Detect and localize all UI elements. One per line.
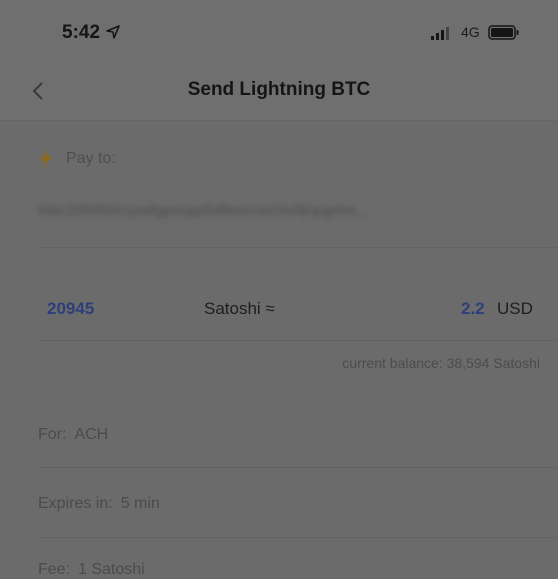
expires-value: 5 min [120, 495, 160, 512]
expires-row: Expires in: 5 min [38, 495, 168, 513]
divider [38, 537, 558, 538]
status-bar: 5:42 4G [0, 0, 558, 62]
divider [38, 467, 558, 468]
for-label: For: [38, 426, 67, 443]
amount-unit-label: Satoshi ≈ [204, 299, 275, 318]
page-title: Send Lightning BTC [187, 79, 371, 100]
expires-label: Expires in: [38, 495, 113, 512]
network-label: 4G [461, 24, 480, 40]
location-arrow-icon [106, 25, 120, 39]
for-value: ACH [74, 426, 109, 443]
amount-usd-currency: USD [497, 299, 533, 318]
fee-row: Fee: 1 Satoshi [38, 561, 153, 579]
divider [38, 340, 558, 341]
for-row: For: ACH [38, 426, 116, 444]
fee-label: Fee: [38, 561, 71, 578]
current-balance: current balance: 38,594 Satoshi [342, 355, 540, 371]
signal-icon [431, 27, 449, 40]
lightning-bolt-icon [40, 149, 52, 169]
invoice-address: lnbc209450n1pwfgpvupp5d8excrw24u9jnpgetm… [38, 202, 369, 219]
battery-icon [488, 25, 519, 40]
pay-to-label: Pay to: [66, 150, 116, 167]
fee-value: 1 Satoshi [78, 561, 145, 578]
status-time: 5:42 [62, 22, 101, 43]
amount-satoshi-input[interactable]: 20945 [47, 299, 94, 319]
amount-usd-value: 2.2 [461, 299, 485, 318]
divider [38, 247, 558, 248]
navigation-bar: Send Lightning BTC [0, 62, 558, 121]
